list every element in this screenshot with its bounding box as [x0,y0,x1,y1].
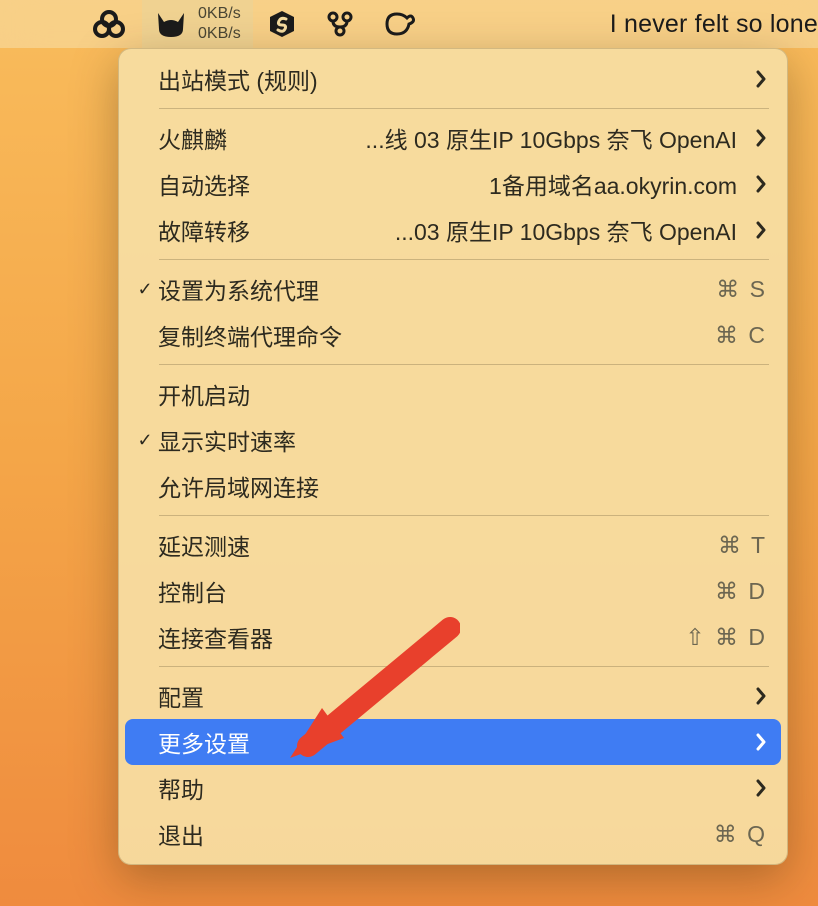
menu-profile-auto[interactable]: 自动选择 1备用域名aa.okyrin.com [125,161,781,207]
cat-icon [154,9,188,39]
menu-item-label: 控制台 [158,574,227,608]
speed-stats: 0KB/s 0KB/s [198,4,241,44]
chevron-right-icon [751,221,767,239]
menu-help[interactable]: 帮助 [125,765,781,811]
check-icon: ✓ [132,430,158,451]
menu-item-label: 出站模式 (规则) [158,62,318,96]
menu-item-label: 显示实时速率 [158,423,296,457]
menubar-title: I never felt so lone [610,10,818,39]
menu-console[interactable]: 控制台 ⌘ D [125,568,781,614]
menubar-cc-icon[interactable] [369,0,429,48]
menu-item-label: 设置为系统代理 [158,272,319,306]
chevron-right-icon [751,687,767,705]
menu-show-speed[interactable]: ✓ 显示实时速率 [125,417,781,463]
menu-item-shortcut: ⌘ T [718,532,767,559]
menu-latency[interactable]: 延迟测速 ⌘ T [125,522,781,568]
menu-copy-terminal[interactable]: 复制终端代理命令 ⌘ C [125,312,781,358]
check-icon: ✓ [132,279,158,300]
menu-item-label: 允许局域网连接 [158,469,319,503]
menu-item-label: 连接查看器 [158,620,273,654]
menu-item-shortcut: ⌘ D [715,578,767,605]
menubar-three-rings-icon[interactable] [76,0,142,48]
menu-separator [159,666,769,667]
upload-speed: 0KB/s [198,4,241,24]
download-speed: 0KB/s [198,24,241,44]
menubar-app-item[interactable]: 0KB/s 0KB/s [142,0,253,48]
menu-separator [159,364,769,365]
menubar-hex-s-icon[interactable] [253,0,311,48]
menu-item-shortcut: ⌘ S [716,276,767,303]
menu-system-proxy[interactable]: ✓ 设置为系统代理 ⌘ S [125,266,781,312]
menu-separator [159,259,769,260]
menu-item-label: 更多设置 [158,725,250,759]
chevron-right-icon [751,779,767,797]
menu-item-label: 开机启动 [158,377,250,411]
chevron-right-icon [751,733,767,751]
menu-item-shortcut: ⇧ ⌘ D [685,624,767,651]
menu-profile-fail[interactable]: 故障转移 ...03 原生IP 10Gbps 奈飞 OpenAI [125,207,781,253]
menu-outbound-mode[interactable]: 出站模式 (规则) [125,56,781,102]
menu-item-label: 故障转移 [158,213,250,247]
menu-item-label: 延迟测速 [158,528,250,562]
menu-quit[interactable]: 退出 ⌘ Q [125,811,781,857]
menu-config[interactable]: 配置 [125,673,781,719]
chevron-right-icon [751,129,767,147]
menubar: 0KB/s 0KB/s I never felt so lone [0,0,818,48]
menu-separator [159,515,769,516]
menu-separator [159,108,769,109]
menu-profile-huo[interactable]: 火麒麟 ...线 03 原生IP 10Gbps 奈飞 OpenAI [125,115,781,161]
menu-item-label: 自动选择 [158,167,250,201]
menu-more-settings[interactable]: 更多设置 [125,719,781,765]
chevron-right-icon [751,70,767,88]
menu-allow-lan[interactable]: 允许局域网连接 [125,463,781,509]
menu-item-label: 退出 [158,817,204,851]
menu-item-shortcut: ⌘ Q [714,821,767,848]
menu-item-detail: 1备用域名aa.okyrin.com [250,167,737,201]
menu-item-label: 帮助 [158,771,204,805]
menu-conn-viewer[interactable]: 连接查看器 ⇧ ⌘ D [125,614,781,660]
menu-item-label: 复制终端代理命令 [158,318,342,352]
menu-item-detail: ...03 原生IP 10Gbps 奈飞 OpenAI [250,213,737,247]
menu-item-label: 配置 [158,679,204,713]
menu-item-detail: ...线 03 原生IP 10Gbps 奈飞 OpenAI [227,121,737,155]
menu-item-label: 火麒麟 [158,121,227,155]
menu-start-on-boot[interactable]: 开机启动 [125,371,781,417]
chevron-right-icon [751,175,767,193]
dropdown-menu: 出站模式 (规则) 火麒麟 ...线 03 原生IP 10Gbps 奈飞 Ope… [118,48,788,865]
menu-item-shortcut: ⌘ C [715,322,767,349]
menubar-branch-icon[interactable] [311,0,369,48]
